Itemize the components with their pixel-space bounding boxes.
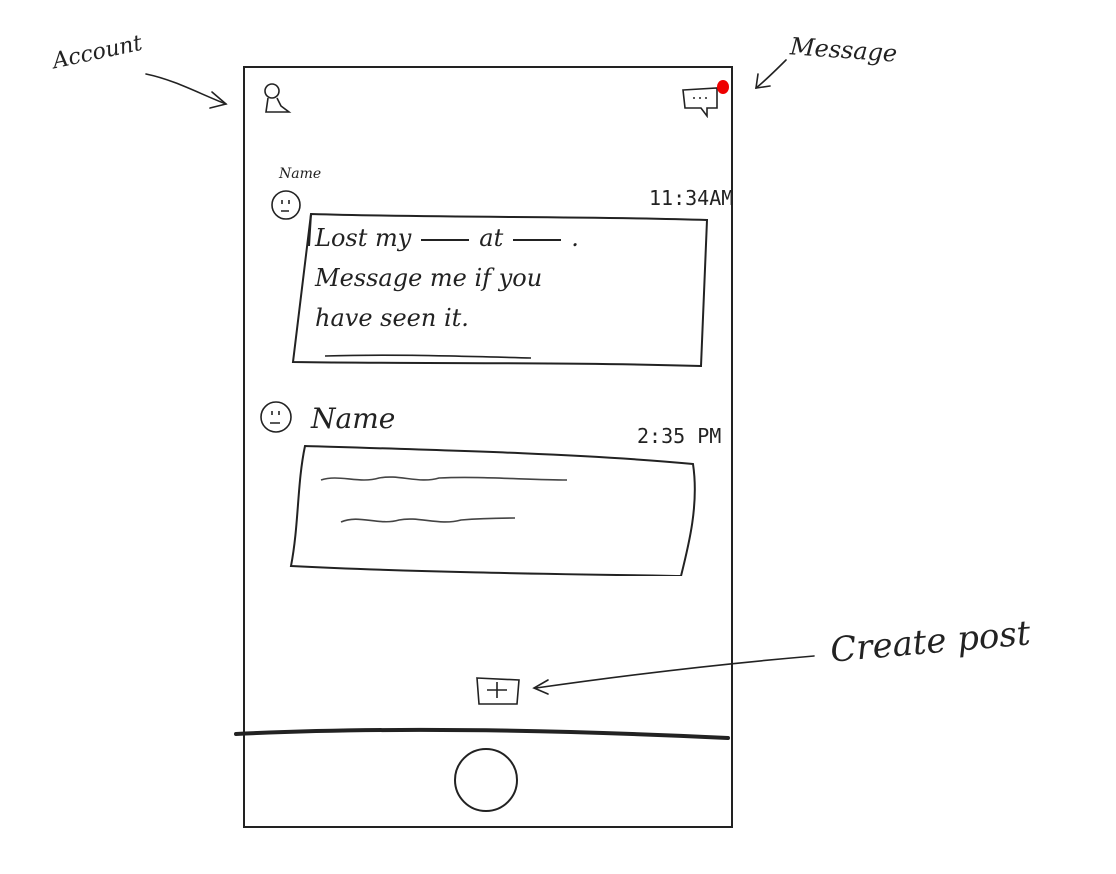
post-author-name: Name bbox=[279, 166, 322, 182]
post-body-line: Message me if you bbox=[315, 264, 543, 292]
blank-line bbox=[421, 238, 470, 241]
post-body-text: Lost my at. Message me if you have seen i… bbox=[315, 218, 695, 338]
account-icon[interactable] bbox=[259, 82, 293, 118]
plus-square-icon[interactable] bbox=[475, 676, 521, 706]
smiley-face-icon[interactable] bbox=[259, 400, 293, 434]
blank-line bbox=[513, 238, 562, 241]
post-body-line: Lost my at. bbox=[315, 224, 579, 252]
post-author-name: Name bbox=[311, 402, 396, 435]
post-body-text-a: Lost my bbox=[315, 224, 412, 252]
post-body-text-b: at bbox=[479, 224, 504, 252]
phone-frame: Name 11:34AM Lost my at. Message me if yo… bbox=[243, 66, 733, 828]
post-body-box bbox=[289, 444, 696, 576]
home-button[interactable] bbox=[454, 748, 518, 812]
post-timestamp: 11:34AM bbox=[649, 186, 734, 210]
post-body-line: have seen it. bbox=[315, 304, 469, 332]
notification-badge bbox=[717, 80, 729, 94]
